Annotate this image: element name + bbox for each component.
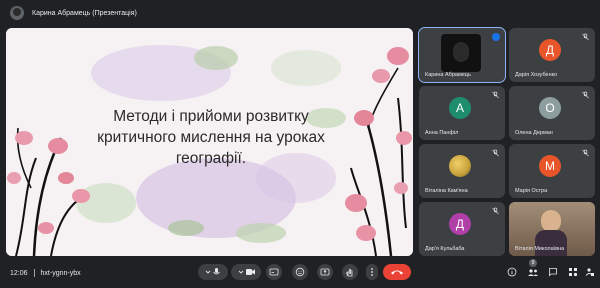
participant-avatar: Д bbox=[449, 213, 471, 235]
participant-avatar: Д bbox=[539, 39, 561, 61]
emoji-icon bbox=[295, 267, 305, 277]
people-button[interactable] bbox=[527, 266, 539, 278]
captions-icon bbox=[269, 268, 279, 276]
slide-title: Методи і прийоми розвитку критичного мис… bbox=[97, 108, 325, 167]
leave-call-button[interactable] bbox=[383, 264, 411, 280]
participant-tile-vitalia[interactable]: Віталія Миколаївна bbox=[509, 202, 595, 256]
chat-icon bbox=[549, 268, 557, 277]
camera-icon bbox=[238, 269, 255, 275]
participant-tile-vitalina[interactable]: Віталіна Кам'яна bbox=[419, 144, 505, 198]
present-button[interactable] bbox=[317, 264, 333, 280]
participant-tile-daria-kh[interactable]: Д Дарія Хозубенко bbox=[509, 28, 595, 82]
participant-name: Дарія Хозубенко bbox=[515, 72, 558, 78]
participant-name: Олена Дерман bbox=[515, 130, 553, 136]
participant-name: Карина Абрамець bbox=[425, 72, 471, 78]
info-icon bbox=[507, 267, 517, 277]
participant-name: Віталія Миколаївна bbox=[515, 246, 565, 252]
mic-off-icon bbox=[582, 91, 589, 99]
more-vert-icon bbox=[371, 268, 373, 276]
raise-hand-button[interactable] bbox=[342, 264, 358, 280]
reactions-button[interactable] bbox=[292, 264, 308, 280]
mic-off-icon bbox=[582, 33, 589, 41]
host-controls-button[interactable] bbox=[584, 266, 596, 278]
participant-name: Дар'я Кульбаба bbox=[425, 246, 465, 252]
participant-name: Віталіна Кам'яна bbox=[425, 188, 468, 194]
meeting-code: hxt-ygnn-ybx bbox=[40, 269, 81, 277]
meeting-details-button[interactable] bbox=[506, 266, 518, 278]
mic-toggle-button[interactable] bbox=[198, 264, 228, 280]
participant-tile-anna[interactable]: А Анна Панфіл bbox=[419, 86, 505, 140]
activities-icon bbox=[569, 268, 578, 277]
presenter-avatar bbox=[10, 6, 24, 20]
participant-tile-darya-k[interactable]: Д Дар'я Кульбаба bbox=[419, 202, 505, 256]
mic-off-icon bbox=[492, 91, 499, 99]
present-icon bbox=[320, 268, 330, 276]
participant-avatar: М bbox=[539, 155, 561, 177]
participant-photo-avatar bbox=[449, 155, 471, 177]
participant-avatar: О bbox=[539, 97, 561, 119]
mic-off-icon bbox=[492, 149, 499, 157]
meeting-time: 12:06 bbox=[10, 269, 28, 277]
participant-video bbox=[441, 34, 481, 72]
participant-name: Марія Остра bbox=[515, 188, 548, 194]
more-options-button[interactable] bbox=[366, 264, 378, 280]
captions-button[interactable] bbox=[266, 264, 282, 280]
mic-icon bbox=[205, 268, 220, 275]
divider bbox=[33, 269, 35, 277]
participant-tile-maria[interactable]: М Марія Остра bbox=[509, 144, 595, 198]
lock-person-icon bbox=[585, 268, 594, 276]
mic-off-icon bbox=[582, 149, 589, 157]
mic-off-icon bbox=[492, 207, 499, 215]
speaking-indicator-icon bbox=[492, 33, 500, 41]
end-call-icon bbox=[391, 270, 403, 275]
participant-name: Анна Панфіл bbox=[425, 130, 459, 136]
chat-button[interactable] bbox=[547, 266, 559, 278]
camera-toggle-button[interactable] bbox=[231, 264, 261, 280]
participant-tile-olena[interactable]: О Олена Дерман bbox=[509, 86, 595, 140]
presenter-label: Карина Абрамець (Презентація) bbox=[32, 9, 137, 17]
top-bar: Карина Абрамець (Презентація) bbox=[0, 0, 600, 26]
presentation-stage: Методи і прийоми розвитку критичного мис… bbox=[6, 28, 413, 256]
participant-avatar: А bbox=[449, 97, 471, 119]
hand-icon bbox=[346, 268, 353, 277]
participant-tile-karyna[interactable]: Карина Абрамець bbox=[418, 27, 506, 83]
people-icon bbox=[528, 269, 538, 276]
activities-button[interactable] bbox=[567, 266, 579, 278]
